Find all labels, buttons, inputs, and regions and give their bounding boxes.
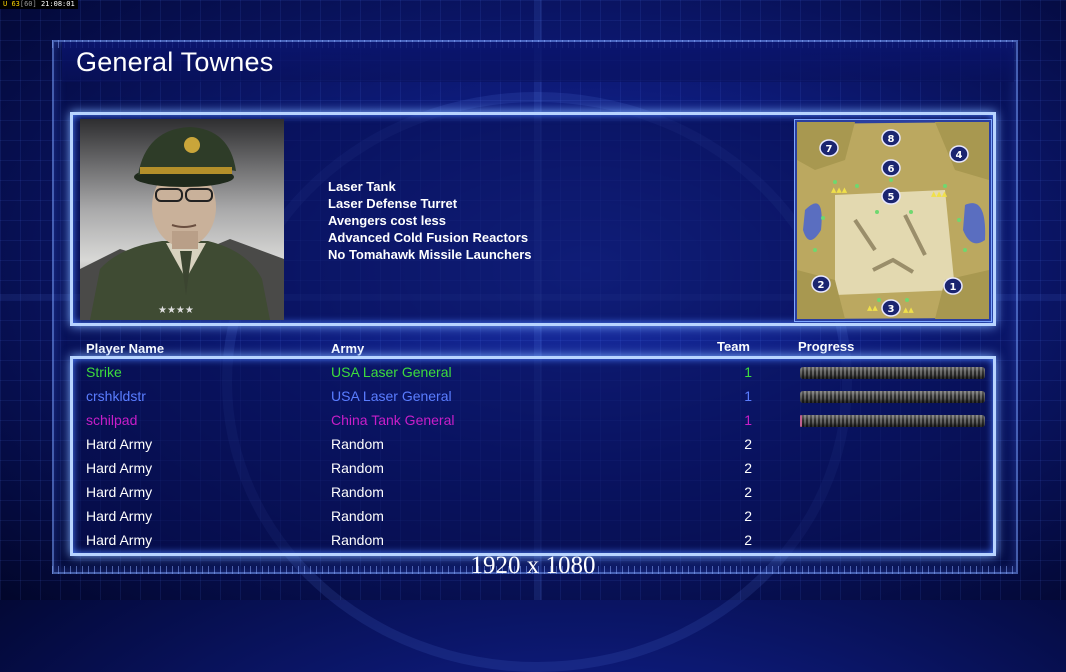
fps-target: 60 xyxy=(24,0,33,8)
general-title: General Townes xyxy=(76,47,274,77)
player-row: Hard Army Random 2 xyxy=(0,529,1066,553)
bonus-item: Advanced Cold Fusion Reactors xyxy=(328,230,529,245)
player-team: 2 xyxy=(744,532,752,548)
general-portrait: ★★★★ xyxy=(80,119,284,320)
start-position-marker: 3 xyxy=(881,299,901,317)
player-row: Hard Army Random 2 xyxy=(0,481,1066,505)
svg-text:★★★★: ★★★★ xyxy=(158,305,194,316)
column-header-player: Player Name xyxy=(86,341,165,356)
player-army: USA Laser General xyxy=(331,388,452,404)
player-team: 2 xyxy=(744,460,752,476)
svg-text:▲▲▲: ▲▲▲ xyxy=(931,190,948,198)
player-army: Random xyxy=(331,460,384,476)
player-army: Random xyxy=(331,484,384,500)
player-name: Hard Army xyxy=(86,484,153,500)
player-name: schilpad xyxy=(86,412,138,428)
svg-text:▲▲: ▲▲ xyxy=(867,304,878,312)
player-row: Hard Army Random 2 xyxy=(0,433,1066,457)
start-position-marker: 1 xyxy=(943,277,963,295)
player-army: USA Laser General xyxy=(331,364,452,380)
player-name: Hard Army xyxy=(86,460,153,476)
player-team: 1 xyxy=(744,412,752,428)
player-row: crshkldstr USA Laser General 1 xyxy=(0,385,1066,409)
svg-text:▲▲: ▲▲ xyxy=(903,306,914,314)
player-team: 2 xyxy=(744,436,752,452)
column-header-progress: Progress xyxy=(798,339,855,354)
loading-progress-bar xyxy=(800,415,985,427)
player-team: 1 xyxy=(744,364,752,380)
start-position-marker: 2 xyxy=(811,275,831,293)
resolution-label: 1920 x 1080 xyxy=(470,552,596,579)
start-position-marker: 4 xyxy=(949,145,969,163)
svg-text:8: 8 xyxy=(888,134,895,145)
player-name: Hard Army xyxy=(86,508,153,524)
player-name: crshkldstr xyxy=(86,388,146,404)
svg-text:5: 5 xyxy=(888,192,895,203)
player-name: Strike xyxy=(86,364,122,380)
svg-text:7: 7 xyxy=(826,144,833,155)
player-row: Hard Army Random 2 xyxy=(0,505,1066,529)
start-position-marker: 5 xyxy=(881,187,901,205)
bonus-item: No Tomahawk Missile Launchers xyxy=(328,247,532,262)
player-name: Hard Army xyxy=(86,436,153,452)
start-position-marker: 8 xyxy=(881,129,901,147)
player-row: Hard Army Random 2 xyxy=(0,457,1066,481)
column-header-army: Army xyxy=(331,341,365,356)
player-name: Hard Army xyxy=(86,532,153,548)
svg-text:6: 6 xyxy=(888,164,895,175)
bonus-item: Laser Tank xyxy=(328,179,396,194)
player-army: Random xyxy=(331,508,384,524)
player-army: China Tank General xyxy=(331,412,455,428)
svg-text:2: 2 xyxy=(818,280,825,291)
loading-progress-bar xyxy=(800,367,985,379)
player-row: schilpad China Tank General 1 xyxy=(0,409,1066,433)
clock: 21:08:01 xyxy=(40,0,75,8)
loading-progress-bar xyxy=(800,391,985,403)
start-position-marker: 7 xyxy=(819,139,839,157)
fps-overlay: U 63[60] 21:08:01 xyxy=(0,0,78,9)
loading-progress-fill xyxy=(800,415,802,427)
map-preview: ▲▲▲ ▲▲▲ ▲▲ ▲▲ 1 2 3 4 5 6 7 8 xyxy=(794,119,992,322)
general-bonus-list: Laser Tank Laser Defense Turret Avengers… xyxy=(328,178,531,263)
bonus-item: Laser Defense Turret xyxy=(328,196,458,211)
player-row: Strike USA Laser General 1 xyxy=(0,361,1066,385)
start-position-marker: 6 xyxy=(881,159,901,177)
bonus-item: Avengers cost less xyxy=(328,213,447,228)
svg-text:4: 4 xyxy=(956,150,963,161)
player-army: Random xyxy=(331,436,384,452)
svg-text:▲▲▲: ▲▲▲ xyxy=(831,186,848,194)
fps-current: 63 xyxy=(11,0,20,8)
svg-text:1: 1 xyxy=(950,282,957,293)
player-team: 1 xyxy=(744,388,752,404)
player-army: Random xyxy=(331,532,384,548)
svg-text:3: 3 xyxy=(888,304,895,315)
column-header-team: Team xyxy=(717,339,750,354)
player-team: 2 xyxy=(744,484,752,500)
player-team: 2 xyxy=(744,508,752,524)
